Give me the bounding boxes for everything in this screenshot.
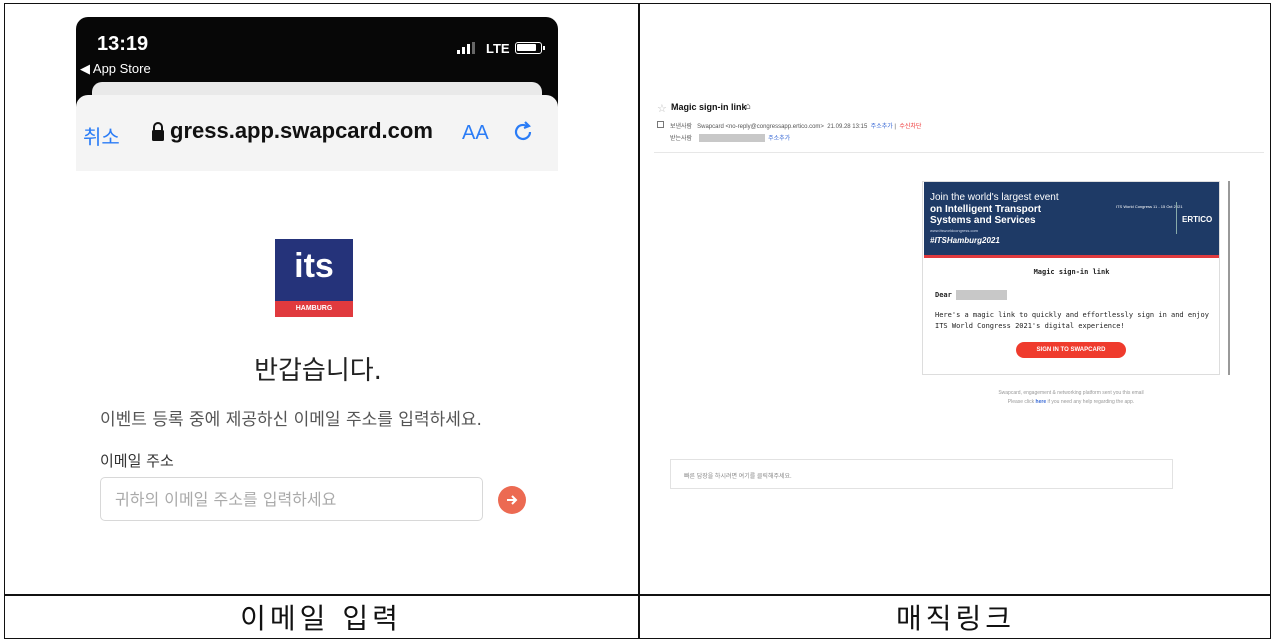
arrow-right-icon: [507, 495, 518, 505]
logo-text: its: [294, 247, 334, 285]
sign-in-button[interactable]: SIGN IN TO SWAPCARD: [1016, 342, 1126, 358]
footer-line2: Please click here if you need any help r…: [922, 399, 1220, 405]
block-sender-link[interactable]: 수신차단: [899, 124, 921, 130]
star-icon[interactable]: ☆: [657, 102, 667, 115]
its-congress-logo: ITS World Congress 11 - 15 Oct 2021: [1116, 204, 1183, 209]
banner-line3: Systems and Services: [930, 215, 1036, 226]
banner-red-line: [924, 255, 1219, 258]
reader-aa-button[interactable]: AA: [462, 122, 489, 145]
sender-checkbox[interactable]: [657, 121, 664, 128]
battery-tip: [543, 46, 545, 50]
lock-icon: [152, 122, 164, 141]
left-caption: 이메일 입력: [240, 602, 402, 635]
recipient-name-redacted: [956, 290, 1007, 300]
battery-icon: [515, 42, 542, 54]
banner-url: www.itsworldcongress.com: [930, 228, 979, 233]
sender-label: 보낸사람: [670, 124, 693, 130]
banner-hashtag: #ITSHamburg2021: [930, 236, 1000, 245]
grid-divider-vertical: [638, 3, 640, 639]
recipient-row: 받는사람 주소추가: [670, 133, 790, 143]
banner-line1: Join the world's largest event: [930, 192, 1059, 203]
instruction-text: 이벤트 등록 중에 제공하신 이메일 주소를 입력하세요.: [100, 410, 482, 430]
greeting: Dear: [935, 291, 952, 299]
footer-post: if you need any help regarding the app.: [1046, 399, 1135, 405]
footer-line1: Swapcard, engagement & networking platfo…: [998, 390, 1144, 396]
its-hamburg-logo: its HAMBURG: [275, 239, 353, 317]
sent-date: 21.09.28 13:15: [827, 124, 868, 130]
recipient-label: 받는사람: [670, 136, 693, 142]
right-caption: 매직링크: [895, 602, 1016, 635]
email-input[interactable]: [100, 477, 483, 521]
ertico-logo: ERTICO: [1182, 215, 1213, 224]
cancel-button[interactable]: 취소: [83, 121, 120, 150]
status-time: 13:19: [97, 33, 149, 55]
logo-band: HAMBURG: [275, 301, 353, 317]
network-type: LTE: [486, 41, 510, 56]
quick-reply-box[interactable]: 빠른 답장을 하시려면 여기를 클릭해주세요.: [670, 459, 1173, 489]
email-subject: Magic sign-in link: [671, 102, 747, 112]
submit-arrow-button[interactable]: [498, 486, 526, 514]
url-text[interactable]: gress.app.swapcard.com: [170, 118, 433, 144]
mail-title: Magic sign-in link: [1033, 268, 1110, 276]
header-separator: [654, 152, 1264, 153]
signal-icon: [457, 42, 475, 54]
email-scrollbar[interactable]: [1228, 181, 1230, 375]
email-label: 이메일 주소: [100, 452, 174, 470]
reload-icon[interactable]: [510, 119, 536, 145]
footer-pre: Please click: [1007, 399, 1036, 405]
event-banner: Join the world's largest event on Intell…: [924, 182, 1219, 255]
help-link[interactable]: here: [1036, 399, 1047, 405]
add-address-link[interactable]: 주소추가: [871, 124, 893, 130]
sender-row: 보낸사람 Swapcard <no-reply@congressapp.erti…: [670, 124, 922, 130]
recipient-redacted: [698, 134, 765, 143]
attachment-icon: ⌂: [745, 102, 751, 112]
sender-address: Swapcard <no-reply@congressapp.ertico.co…: [697, 124, 824, 130]
banner-divider: [1176, 202, 1177, 234]
recipient-add-link[interactable]: 주소추가: [768, 136, 790, 142]
mail-body: Here's a magic link to quickly and effor…: [935, 311, 1209, 330]
welcome-heading: 반갑습니다.: [254, 356, 382, 386]
banner-line2: on Intelligent Transport: [930, 204, 1042, 215]
back-to-app-store-link[interactable]: ◀ App Store: [80, 61, 151, 77]
